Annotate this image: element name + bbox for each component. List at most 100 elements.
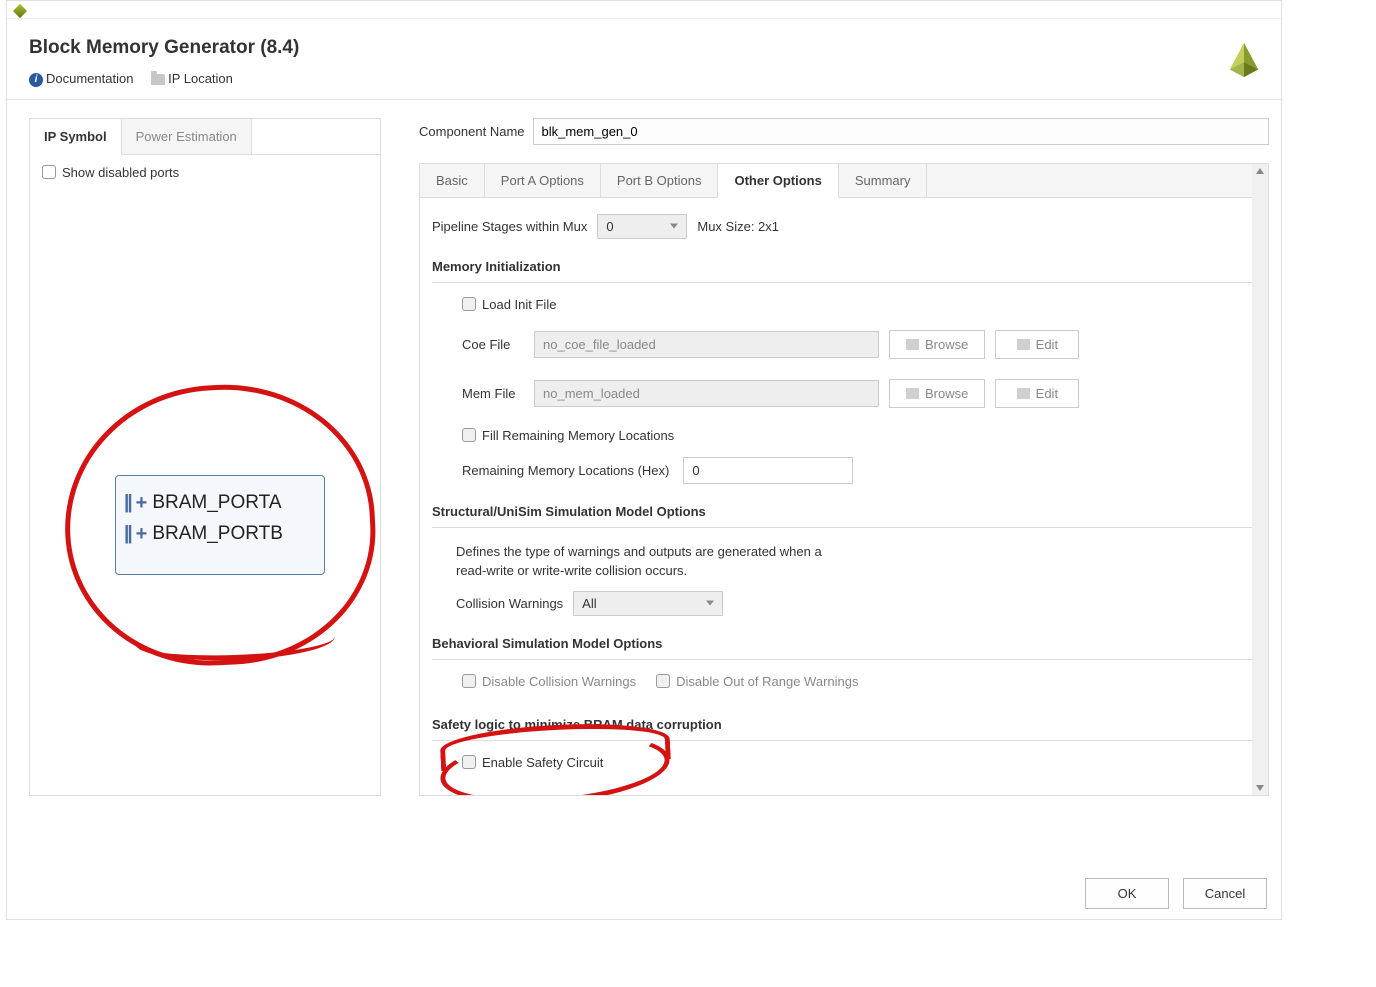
load-init-file-input[interactable] xyxy=(462,297,476,311)
info-icon: i xyxy=(29,73,43,87)
left-panel: IP Symbol Power Estimation Show disabled… xyxy=(29,118,381,796)
edit-label: Edit xyxy=(1036,337,1058,352)
port-b-label: BRAM_PORTB xyxy=(152,523,283,545)
tab-basic[interactable]: Basic xyxy=(420,164,485,197)
show-disabled-ports-label: Show disabled ports xyxy=(62,165,179,180)
enable-safety-label: Enable Safety Circuit xyxy=(482,755,603,770)
left-body: Show disabled ports || + BRAM_PORTA || +… xyxy=(30,155,380,795)
coe-browse-button[interactable]: Browse xyxy=(889,330,985,359)
divider xyxy=(432,527,1256,528)
expand-icon[interactable]: + xyxy=(136,523,148,546)
tab-port-b-options[interactable]: Port B Options xyxy=(601,164,719,197)
fill-remaining-input[interactable] xyxy=(462,428,476,442)
left-tabs: IP Symbol Power Estimation xyxy=(30,119,380,155)
port-a-label: BRAM_PORTA xyxy=(152,492,281,514)
tabs-box: Basic Port A Options Port B Options Othe… xyxy=(419,163,1269,796)
folder-open-icon xyxy=(906,339,919,350)
mem-file-row: Mem File Browse Edit xyxy=(462,379,1256,408)
pipeline-row: Pipeline Stages within Mux 0 Mux Size: 2… xyxy=(432,214,1256,239)
component-name-label: Component Name xyxy=(419,124,525,139)
fill-remaining-label: Fill Remaining Memory Locations xyxy=(482,428,674,443)
section-memory-init: Memory Initialization xyxy=(432,259,1256,274)
dialog-window: Block Memory Generator (8.4) iDocumentat… xyxy=(6,0,1282,920)
structural-desc: Defines the type of warnings and outputs… xyxy=(456,542,1256,581)
mem-browse-button[interactable]: Browse xyxy=(889,379,985,408)
divider xyxy=(432,659,1256,660)
documentation-link[interactable]: iDocumentation xyxy=(29,71,133,86)
folder-open-icon xyxy=(906,388,919,399)
edit-icon xyxy=(1017,388,1030,399)
pipeline-label: Pipeline Stages within Mux xyxy=(432,219,587,234)
documentation-label: Documentation xyxy=(46,71,133,86)
tab-content-other: Pipeline Stages within Mux 0 Mux Size: 2… xyxy=(420,198,1268,795)
browse-label: Browse xyxy=(925,337,968,352)
collision-warnings-row: Collision Warnings All xyxy=(456,591,1256,616)
tab-summary[interactable]: Summary xyxy=(839,164,928,197)
ip-location-label: IP Location xyxy=(168,71,233,86)
remaining-hex-input[interactable] xyxy=(683,457,853,484)
page-title: Block Memory Generator (8.4) xyxy=(29,37,1259,59)
main-tabs: Basic Port A Options Port B Options Othe… xyxy=(420,164,1268,198)
tab-ip-symbol[interactable]: IP Symbol xyxy=(30,119,122,155)
window-titlebar xyxy=(7,1,1281,19)
load-init-file-label: Load Init File xyxy=(482,297,556,312)
browse-label: Browse xyxy=(925,386,968,401)
fill-remaining-checkbox[interactable]: Fill Remaining Memory Locations xyxy=(462,428,1256,443)
collision-warnings-select[interactable]: All xyxy=(573,591,723,616)
subheader: iDocumentation IP Location xyxy=(7,71,1281,100)
mem-file-label: Mem File xyxy=(462,386,524,401)
mem-file-input xyxy=(534,380,879,407)
disable-range-input[interactable] xyxy=(656,674,670,688)
footer: OK Cancel xyxy=(1085,878,1267,909)
edit-label: Edit xyxy=(1036,386,1058,401)
folder-icon xyxy=(151,74,165,85)
disable-collision-label: Disable Collision Warnings xyxy=(482,674,636,689)
vivado-logo-icon xyxy=(1225,41,1263,82)
disable-collision-checkbox[interactable]: Disable Collision Warnings xyxy=(462,674,636,689)
app-icon xyxy=(13,4,27,18)
disable-collision-input[interactable] xyxy=(462,674,476,688)
section-structural: Structural/UniSim Simulation Model Optio… xyxy=(432,504,1256,519)
divider xyxy=(432,740,1256,741)
show-disabled-ports-checkbox[interactable]: Show disabled ports xyxy=(42,165,368,180)
scrollbar[interactable] xyxy=(1252,164,1268,795)
tab-port-a-options[interactable]: Port A Options xyxy=(485,164,601,197)
remaining-hex-label: Remaining Memory Locations (Hex) xyxy=(462,463,669,478)
collision-warnings-label: Collision Warnings xyxy=(456,596,563,611)
coe-file-input xyxy=(534,331,879,358)
port-bram-portb[interactable]: || + BRAM_PORTB xyxy=(124,519,316,550)
ip-location-link[interactable]: IP Location xyxy=(151,71,233,86)
show-disabled-ports-input[interactable] xyxy=(42,165,56,179)
content: IP Symbol Power Estimation Show disabled… xyxy=(7,100,1281,804)
component-name-input[interactable] xyxy=(533,118,1270,145)
tab-power-estimation[interactable]: Power Estimation xyxy=(122,119,252,154)
bus-icon: || xyxy=(124,523,131,545)
enable-safety-checkbox[interactable]: Enable Safety Circuit xyxy=(462,755,1256,770)
ip-symbol-block: || + BRAM_PORTA || + BRAM_PORTB xyxy=(115,475,325,575)
section-safety: Safety logic to minimize BRAM data corru… xyxy=(432,717,1256,732)
bus-icon: || xyxy=(124,492,131,514)
edit-icon xyxy=(1017,339,1030,350)
cancel-button[interactable]: Cancel xyxy=(1183,878,1267,909)
remaining-hex-row: Remaining Memory Locations (Hex) xyxy=(462,457,1256,484)
expand-icon[interactable]: + xyxy=(136,492,148,515)
port-bram-porta[interactable]: || + BRAM_PORTA xyxy=(124,488,316,519)
annotation-underline xyxy=(134,616,335,663)
header: Block Memory Generator (8.4) xyxy=(7,19,1281,71)
pipeline-select[interactable]: 0 xyxy=(597,214,687,239)
right-panel: Component Name Basic Port A Options Port… xyxy=(419,118,1269,796)
load-init-file-checkbox[interactable]: Load Init File xyxy=(462,297,1256,312)
coe-file-row: Coe File Browse Edit xyxy=(462,330,1256,359)
section-behavioral: Behavioral Simulation Model Options xyxy=(432,636,1256,651)
enable-safety-input[interactable] xyxy=(462,755,476,769)
mux-size-label: Mux Size: 2x1 xyxy=(697,219,779,234)
ok-button[interactable]: OK xyxy=(1085,878,1169,909)
coe-file-label: Coe File xyxy=(462,337,524,352)
disable-range-checkbox[interactable]: Disable Out of Range Warnings xyxy=(656,674,858,689)
divider xyxy=(432,282,1256,283)
coe-edit-button[interactable]: Edit xyxy=(995,330,1079,359)
tab-other-options[interactable]: Other Options xyxy=(718,164,838,198)
component-name-row: Component Name xyxy=(419,118,1269,145)
disable-range-label: Disable Out of Range Warnings xyxy=(676,674,858,689)
mem-edit-button[interactable]: Edit xyxy=(995,379,1079,408)
